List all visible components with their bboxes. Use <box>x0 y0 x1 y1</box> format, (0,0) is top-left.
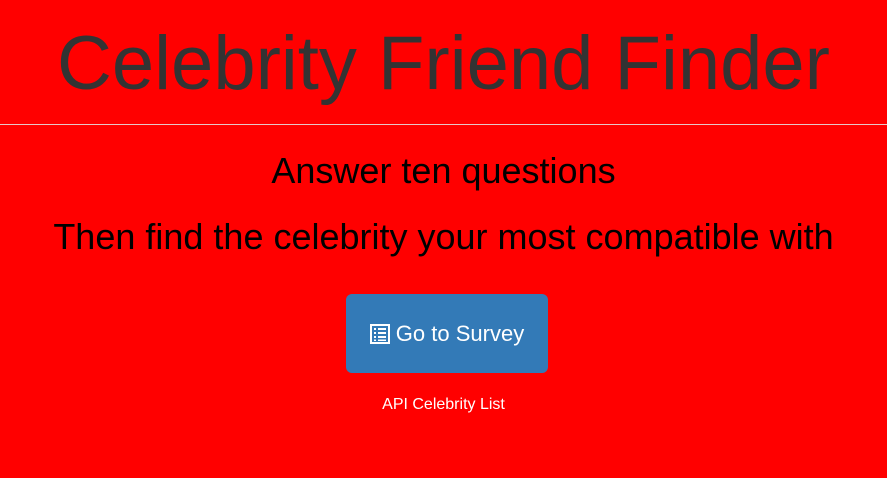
intro-line-1: Answer ten questions <box>271 150 616 191</box>
header-divider <box>0 124 887 125</box>
intro-line-2: Then find the celebrity your most compat… <box>53 216 834 257</box>
api-celebrity-list-link[interactable]: API Celebrity List <box>0 396 887 414</box>
survey-button-label: Go to Survey <box>395 320 525 346</box>
list-alt-icon <box>369 323 390 344</box>
page-title: Celebrity Friend Finder <box>57 21 830 106</box>
go-to-survey-button[interactable]: Go to Survey <box>346 294 548 373</box>
